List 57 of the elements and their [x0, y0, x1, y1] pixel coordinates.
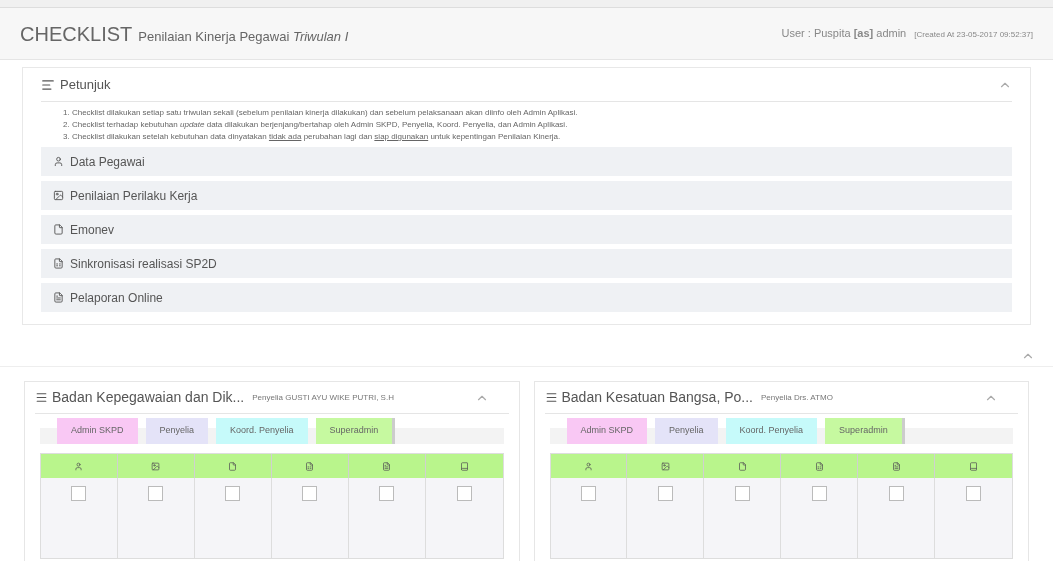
- accordion-item[interactable]: Sinkronisasi realisasi SP2D: [41, 249, 1012, 278]
- role-tab[interactable]: Koord. Penyelia: [216, 418, 308, 444]
- checkbox[interactable]: [966, 486, 982, 501]
- person-icon: [583, 461, 593, 471]
- checkbox[interactable]: [71, 486, 87, 501]
- card-title: Badan Kesatuan Bangsa, Po...: [561, 388, 753, 407]
- checkbox[interactable]: [456, 486, 472, 501]
- role-tab[interactable]: Koord. Penyelia: [725, 418, 818, 444]
- role-tab[interactable]: Penyelia: [145, 418, 209, 444]
- checkbox[interactable]: [225, 486, 241, 501]
- page-subtitle: Penilaian Kinerja Pegawai Triwulan I: [138, 27, 349, 46]
- panel-title: Petunjuk: [60, 75, 111, 94]
- menu-icon: [35, 391, 48, 404]
- role-tab[interactable]: Superadmin: [825, 418, 902, 444]
- accordion-item[interactable]: Data Pegawai: [41, 147, 1012, 176]
- checkbox[interactable]: [657, 486, 673, 501]
- menu-icon: [544, 391, 558, 404]
- role-tab[interactable]: Superadmin: [315, 418, 393, 444]
- created-timestamp: [Created At 23-05-2017 09:52:37]: [914, 29, 1033, 42]
- role-tab[interactable]: Admin SKPD: [57, 418, 138, 444]
- page-title: CHECKLIST: [20, 21, 133, 47]
- role-tab[interactable]: Penyelia: [655, 418, 718, 444]
- user-info: User : Puspita [as] admin: [781, 26, 907, 42]
- spreadsheet-icon: [53, 258, 64, 269]
- supervisor-name: Penyelia GUSTI AYU WIKE PUTRI, S.H: [252, 391, 394, 404]
- instruction-text: 1. Checklist dilakukan setiap satu triwulan sekali (sebelum penilaian kinerja dilakukan) dan sebelum pelaksanaan akan diinfo oleh Admin Aplikasi.: [63, 107, 579, 119]
- document-icon: [53, 292, 64, 303]
- image-icon: [151, 461, 161, 471]
- checkbox[interactable]: [734, 486, 750, 501]
- image-icon: [660, 461, 670, 471]
- file-icon: [53, 224, 64, 235]
- checkbox[interactable]: [888, 486, 904, 501]
- checkbox[interactable]: [148, 486, 164, 501]
- accordion-item[interactable]: Pelaporan Online: [41, 283, 1012, 312]
- accordion-item[interactable]: Penilaian Perilaku Kerja: [41, 181, 1012, 210]
- image-icon: [53, 190, 64, 201]
- supervisor-name: Penyelia Drs. ATMO: [761, 391, 833, 404]
- checkbox[interactable]: [580, 486, 596, 501]
- book-icon: [969, 461, 979, 471]
- file-icon: [228, 461, 238, 471]
- card-title: Badan Kepegawaian dan Dik...: [52, 388, 245, 407]
- file-icon: [737, 461, 747, 471]
- checkbox[interactable]: [379, 486, 395, 501]
- role-tab[interactable]: Admin SKPD: [566, 418, 648, 444]
- spreadsheet-icon: [814, 461, 824, 471]
- checkbox[interactable]: [302, 486, 318, 501]
- list-icon: [41, 77, 55, 92]
- checkbox[interactable]: [811, 486, 827, 501]
- document-icon: [382, 461, 392, 471]
- instruction-text: 2. Checklist terhadap kebutuhan update data dilakukan berjenjang/bertahap oleh Admin SKPD, Penyelia, Koord. Penyelia, dan Admin Aplikasi.: [63, 119, 569, 131]
- document-icon: [891, 461, 901, 471]
- book-icon: [459, 461, 469, 471]
- spreadsheet-icon: [305, 461, 315, 471]
- accordion-item[interactable]: Emonev: [41, 215, 1012, 244]
- person-icon: [74, 461, 84, 471]
- person-icon: [53, 156, 64, 167]
- instruction-text: 3. Checklist dilakukan setelah kebutuhan data dinyatakan tidak ada perubahan lagi dan siap digunakan untuk kepentingan Penilaian Kinerja.: [63, 131, 562, 143]
